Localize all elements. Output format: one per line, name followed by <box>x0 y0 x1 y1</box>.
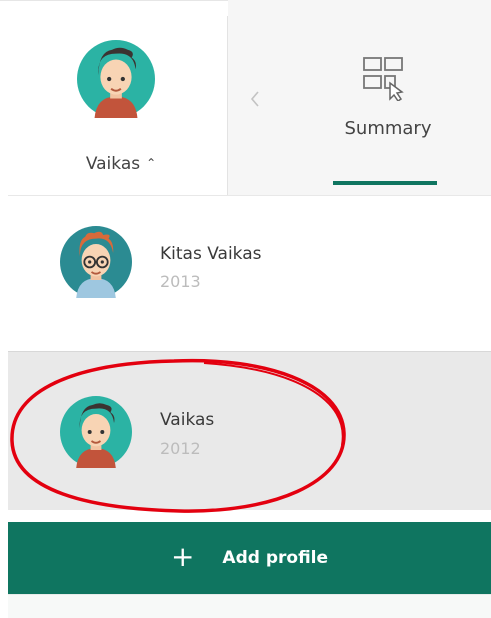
active-tab-underline <box>333 181 437 185</box>
tab-summary-label: Summary <box>344 118 432 139</box>
boy-glasses-avatar-icon <box>60 226 132 298</box>
highlight-annotation <box>10 358 346 513</box>
chevron-up-icon: ⌃ <box>146 156 157 170</box>
boy-avatar-icon <box>77 40 155 118</box>
nav-tabs: Summary <box>228 0 491 195</box>
profile-name: Kitas Vaikas <box>160 244 262 264</box>
current-profile-name: Vaikas <box>85 154 141 174</box>
profile-year: 2013 <box>160 272 201 291</box>
footer-strip <box>8 594 491 618</box>
top-header: Vaikas ⌃ Summary <box>0 0 491 195</box>
current-profile-label[interactable]: Vaikas ⌃ <box>15 154 227 174</box>
profile-item-kitas-vaikas[interactable]: Kitas Vaikas 2013 <box>8 196 491 354</box>
add-profile-button[interactable]: + Add profile <box>8 522 491 594</box>
chevron-left-icon[interactable] <box>248 88 264 110</box>
plus-icon: + <box>170 539 195 573</box>
tab-summary[interactable]: Summary <box>328 48 448 195</box>
add-profile-label: Add profile <box>222 548 329 568</box>
add-profile-content: + Add profile <box>8 522 491 594</box>
profile-switcher[interactable]: Vaikas ⌃ <box>15 16 228 195</box>
dashboard-cursor-icon <box>363 57 404 101</box>
